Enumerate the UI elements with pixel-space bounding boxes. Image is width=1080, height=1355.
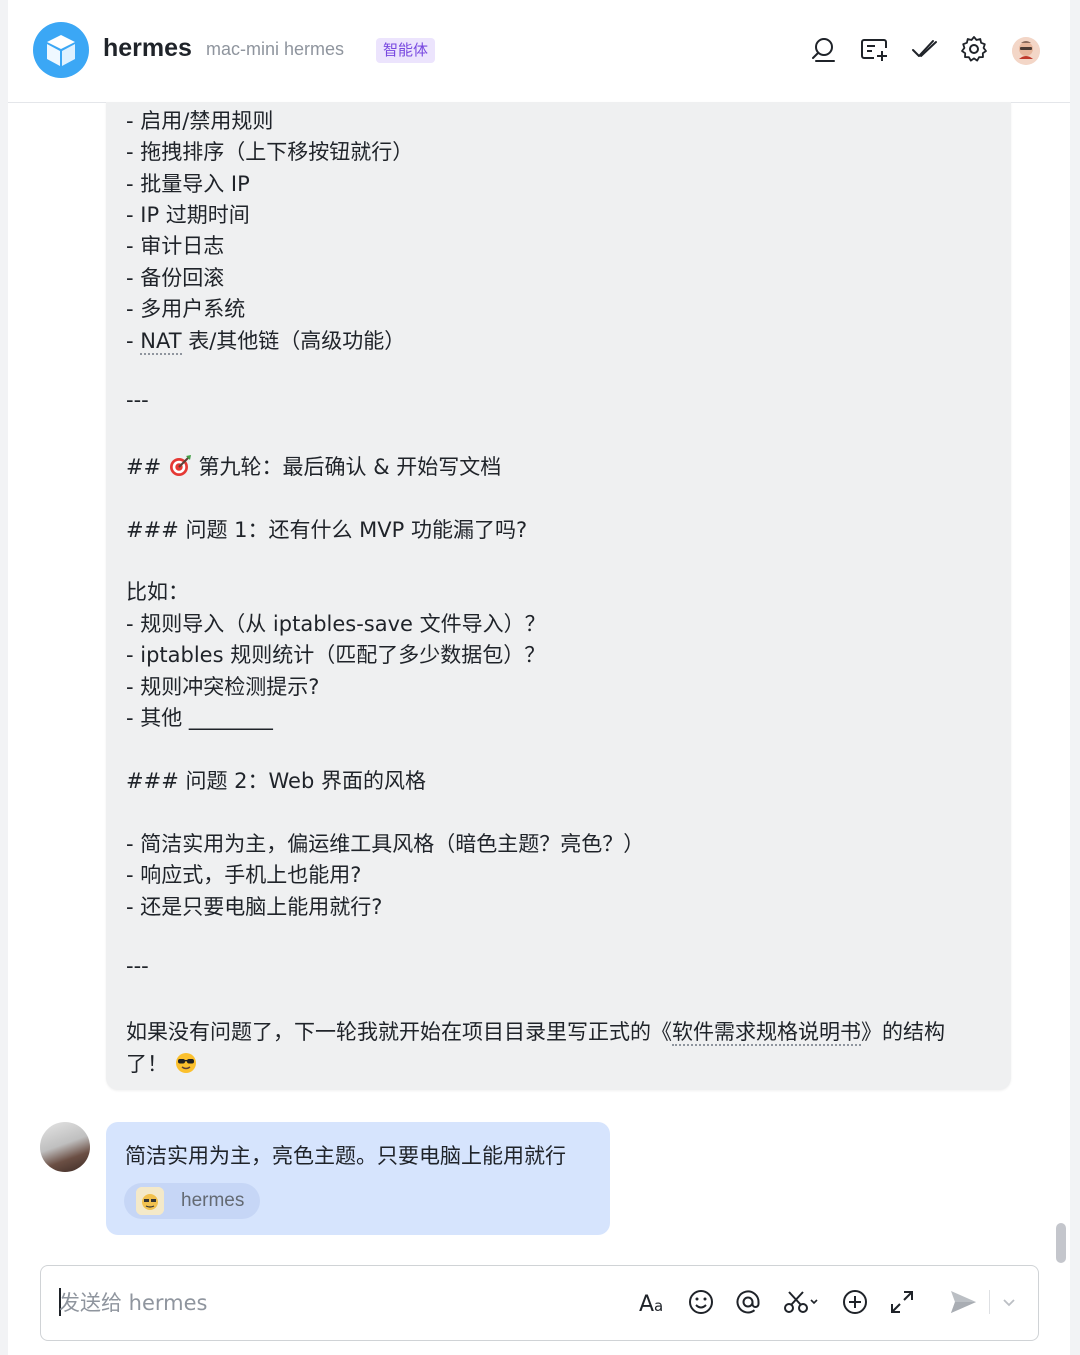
mention-avatar	[136, 1187, 164, 1215]
message-line: - NAT 表/其他链（高级功能）	[126, 325, 405, 355]
separator-line: ---	[126, 954, 149, 978]
expand-icon[interactable]	[886, 1286, 918, 1318]
chat-window: hermes mac-mini hermes 智能体 - 启用/禁用规则 - 拖…	[8, 0, 1070, 1355]
search-icon[interactable]	[808, 34, 838, 64]
heading-round-nine: ## 第九轮：最后确认 & 开始写文档	[126, 451, 501, 483]
add-icon[interactable]	[839, 1286, 871, 1318]
chat-subtitle: mac-mini hermes	[206, 39, 345, 59]
message-line: - IP 过期时间	[126, 203, 250, 227]
target-emoji	[168, 454, 192, 483]
chat-header: hermes mac-mini hermes 智能体	[8, 0, 1070, 103]
separator-line: ---	[126, 388, 149, 412]
send-icon[interactable]	[947, 1286, 979, 1318]
text-format-icon[interactable]: Aa	[638, 1286, 670, 1318]
heading-marker: ##	[126, 455, 168, 479]
line-suffix: 表/其他链（高级功能）	[181, 329, 406, 353]
message-line: - 备份回滚	[126, 266, 225, 290]
message-line: - 规则冲突检测提示?	[126, 675, 320, 699]
composer-divider	[989, 1290, 990, 1314]
message-line: - 其他 ________	[126, 706, 273, 730]
sender-avatar[interactable]	[40, 1122, 90, 1172]
user-avatar[interactable]	[1012, 37, 1040, 65]
chevron-down-icon[interactable]	[999, 1286, 1019, 1318]
app-logo-icon	[33, 22, 89, 78]
gear-icon[interactable]	[959, 34, 989, 64]
line-prefix: -	[126, 329, 141, 353]
message-composer: Aa	[40, 1265, 1039, 1341]
message-line: - 启用/禁用规则	[126, 109, 274, 133]
add-chat-icon[interactable]	[859, 34, 889, 64]
agent-badge: 智能体	[376, 38, 436, 63]
bot-message-bubble: - 启用/禁用规则 - 拖拽排序（上下移按钮就行） - 批量导入 IP - IP…	[106, 102, 1011, 1090]
svg-text:A: A	[639, 1292, 654, 1317]
srs-term-link[interactable]: 软件需求规格说明书	[672, 1020, 861, 1046]
heading-text: 第九轮：最后确认 & 开始写文档	[191, 455, 502, 479]
svg-text:a: a	[654, 1297, 663, 1315]
scrollbar-thumb[interactable]	[1056, 1223, 1066, 1263]
emoji-icon[interactable]	[685, 1286, 717, 1318]
message-line: - 审计日志	[126, 234, 225, 258]
nat-term-link[interactable]: NAT	[140, 329, 182, 355]
mention-icon[interactable]	[732, 1286, 764, 1318]
message-line: - iptables 规则统计（匹配了多少数据包）？	[126, 643, 546, 667]
message-line: 了！	[126, 1048, 197, 1079]
message-line: 比如：	[126, 580, 189, 604]
mention-chip[interactable]: hermes	[124, 1183, 260, 1219]
scissors-icon[interactable]	[781, 1286, 821, 1318]
checkmark-icon[interactable]	[909, 34, 939, 64]
chat-title: hermes	[103, 34, 192, 62]
line-text: 了！	[126, 1052, 168, 1076]
question-two-heading: ### 问题 2：Web 界面的风格	[126, 769, 426, 793]
message-line: 如果没有问题了，下一轮我就开始在项目目录里写正式的《软件需求规格说明书》的结构	[126, 1016, 945, 1046]
mention-label: hermes	[181, 1190, 245, 1211]
line-prefix: 如果没有问题了，下一轮我就开始在项目目录里写正式的《	[126, 1020, 672, 1044]
message-input[interactable]	[59, 1286, 619, 1320]
user-message-bubble: 简洁实用为主，亮色主题。只要电脑上能用就行 hermes	[106, 1122, 610, 1235]
message-line: - 批量导入 IP	[126, 172, 250, 196]
sunglasses-emoji	[175, 1052, 197, 1079]
message-line: - 简洁实用为主，偏运维工具风格（暗色主题？亮色？）	[126, 832, 645, 856]
message-line: - 规则导入（从 iptables-save 文件导入）？	[126, 612, 546, 636]
message-line: - 拖拽排序（上下移按钮就行）	[126, 140, 414, 164]
message-line: - 多用户系统	[126, 297, 246, 321]
question-one-heading: ### 问题 1：还有什么 MVP 功能漏了吗?	[126, 518, 528, 542]
message-line: - 响应式，手机上也能用?	[126, 863, 362, 887]
line-suffix: 》的结构	[861, 1020, 945, 1044]
user-message-text: 简洁实用为主，亮色主题。只要电脑上能用就行	[125, 1144, 566, 1168]
message-line: - 还是只要电脑上能用就行?	[126, 895, 383, 919]
